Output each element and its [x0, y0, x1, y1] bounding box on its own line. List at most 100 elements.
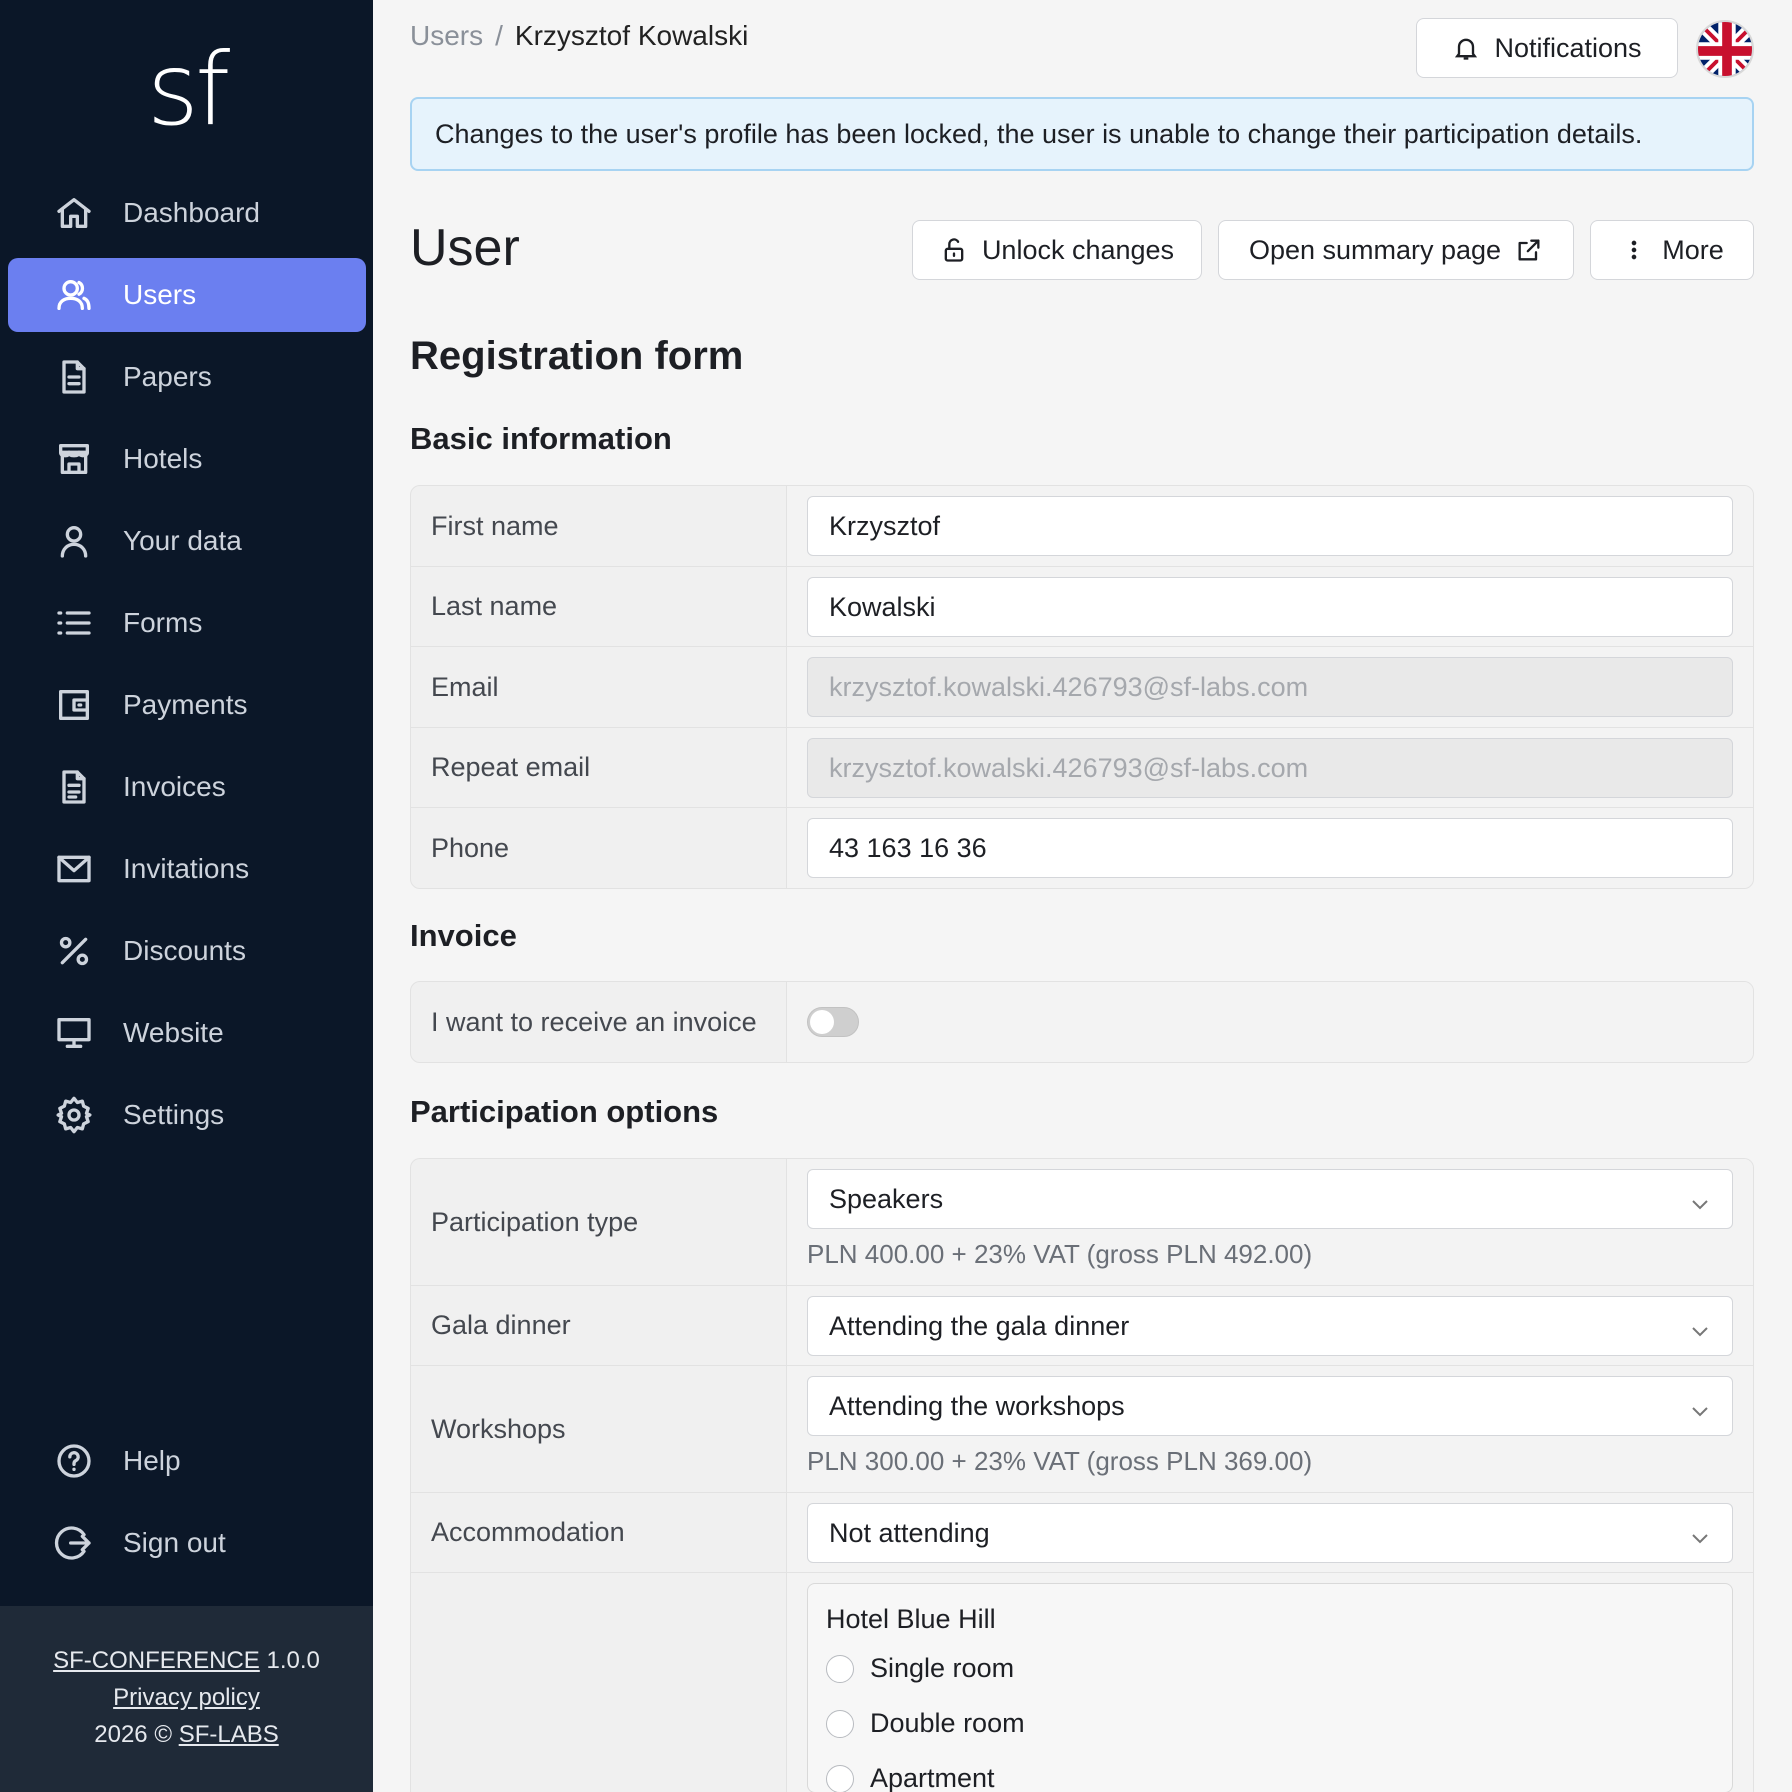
- select-value: Attending the workshops: [829, 1390, 1125, 1421]
- chevron-down-icon: [1690, 1397, 1710, 1417]
- sidebar-item-invoices[interactable]: Invoices: [8, 750, 366, 824]
- form-row-first-name: First name Krzysztof: [411, 486, 1753, 567]
- form-row-participation-type: Participation type Speakers PLN 400.00 +…: [411, 1159, 1753, 1286]
- last-name-field[interactable]: Kowalski: [807, 577, 1733, 637]
- sidebar-item-payments[interactable]: Payments: [8, 668, 366, 742]
- form-row-hotel: Hotel Blue Hill Single room Double room …: [411, 1573, 1753, 1792]
- radio-button[interactable]: [826, 1709, 854, 1738]
- sidebar-item-invitations[interactable]: Invitations: [8, 832, 366, 906]
- unlock-icon: [940, 236, 968, 264]
- notifications-label: Notifications: [1494, 32, 1642, 63]
- language-flag-icon[interactable]: [1696, 20, 1754, 78]
- radio-label: Double room: [870, 1708, 1025, 1738]
- sidebar-item-users[interactable]: Users: [8, 258, 366, 332]
- sidebar-item-label: Discounts: [123, 935, 246, 966]
- sidebar-footer: SF-CONFERENCE 1.0.0 Privacy policy 2026 …: [0, 1606, 373, 1792]
- sidebar-item-label: Invoices: [123, 771, 226, 802]
- privacy-policy-link[interactable]: Privacy policy: [113, 1684, 260, 1711]
- unlock-label: Unlock changes: [981, 234, 1175, 265]
- chevron-down-icon: [1690, 1317, 1710, 1337]
- radio-label: Apartment: [870, 1763, 995, 1792]
- invoice-toggle[interactable]: [807, 1007, 859, 1037]
- select-value: Attending the gala dinner: [829, 1310, 1130, 1341]
- wallet-icon: [51, 682, 97, 728]
- sidebar-item-label: Papers: [123, 361, 212, 392]
- select-value: Not attending: [829, 1517, 990, 1548]
- sidebar-item-help[interactable]: Help: [8, 1424, 366, 1498]
- invoice-icon: [51, 764, 97, 810]
- participation-options-title: Participation options: [410, 1094, 719, 1129]
- sidebar-nav: Dashboard Users Papers Hotels Your data …: [8, 176, 366, 1160]
- app-logo[interactable]: sf: [0, 20, 373, 160]
- external-link-icon: [1515, 236, 1543, 264]
- sidebar-item-website[interactable]: Website: [8, 996, 366, 1070]
- field-label: Repeat email: [411, 728, 787, 807]
- locked-alert: Changes to the user's profile has been l…: [410, 97, 1754, 171]
- help-icon: [51, 1438, 97, 1484]
- gala-dinner-select[interactable]: Attending the gala dinner: [807, 1296, 1733, 1356]
- sidebar-item-discounts[interactable]: Discounts: [8, 914, 366, 988]
- copyright-text: 2026 ©: [94, 1721, 173, 1748]
- home-icon: [51, 190, 97, 236]
- hotel-icon: [51, 436, 97, 482]
- hotel-name: Hotel Blue Hill: [826, 1604, 996, 1634]
- field-label: Participation type: [411, 1159, 787, 1285]
- toggle-knob: [810, 1010, 834, 1034]
- radio-button[interactable]: [826, 1654, 854, 1683]
- sidebar-item-sign-out[interactable]: Sign out: [8, 1506, 366, 1580]
- sidebar-item-label: Your data: [123, 525, 242, 556]
- registration-form-title: Registration form: [410, 334, 744, 378]
- sidebar-item-forms[interactable]: Forms: [8, 586, 366, 660]
- room-option-double[interactable]: Double room: [826, 1708, 1714, 1739]
- form-row-repeat-email: Repeat email krzysztof.kowalski.426793@s…: [411, 728, 1753, 808]
- gear-icon: [51, 1092, 97, 1138]
- sidebar-item-label: Hotels: [123, 443, 203, 474]
- product-link[interactable]: SF-CONFERENCE: [53, 1647, 260, 1674]
- first-name-field[interactable]: Krzysztof: [807, 496, 1733, 556]
- sign-out-icon: [51, 1520, 97, 1566]
- sidebar-item-label: Website: [123, 1017, 224, 1048]
- field-label: Email: [411, 647, 787, 727]
- sidebar-item-label: Users: [123, 279, 197, 310]
- sidebar-item-papers[interactable]: Papers: [8, 340, 366, 414]
- workshops-select[interactable]: Attending the workshops: [807, 1376, 1733, 1436]
- email-field: krzysztof.kowalski.426793@sf-labs.com: [807, 657, 1733, 717]
- breadcrumb-parent[interactable]: Users: [410, 20, 483, 51]
- field-label: First name: [411, 486, 787, 566]
- field-label: Last name: [411, 567, 787, 646]
- chevron-down-icon: [1690, 1524, 1710, 1544]
- sidebar-bottom-nav: Help Sign out: [8, 1424, 366, 1588]
- sidebar-item-dashboard[interactable]: Dashboard: [8, 176, 366, 250]
- more-vertical-icon: [1620, 236, 1648, 264]
- field-label: Gala dinner: [411, 1286, 787, 1365]
- unlock-changes-button[interactable]: Unlock changes: [912, 220, 1202, 280]
- sidebar-item-label: Help: [123, 1445, 181, 1476]
- open-summary-page-button[interactable]: Open summary page: [1218, 220, 1574, 280]
- form-row-phone: Phone 43 163 16 36: [411, 808, 1753, 888]
- sidebar-item-settings[interactable]: Settings: [8, 1078, 366, 1152]
- participation-card: Participation type Speakers PLN 400.00 +…: [410, 1158, 1754, 1792]
- percent-icon: [51, 928, 97, 974]
- bell-icon: [1452, 34, 1480, 62]
- field-label: I want to receive an invoice: [411, 982, 787, 1062]
- invoice-title: Invoice: [410, 918, 517, 953]
- notifications-button[interactable]: Notifications: [1416, 18, 1678, 78]
- room-option-single[interactable]: Single room: [826, 1653, 1714, 1684]
- breadcrumb: Users / Krzysztof Kowalski: [410, 20, 748, 52]
- radio-button[interactable]: [826, 1764, 854, 1792]
- form-row-gala-dinner: Gala dinner Attending the gala dinner: [411, 1286, 1753, 1366]
- participation-type-select[interactable]: Speakers: [807, 1169, 1733, 1229]
- more-button[interactable]: More: [1590, 220, 1754, 280]
- room-option-apartment[interactable]: Apartment: [826, 1763, 1714, 1792]
- radio-label: Single room: [870, 1653, 1015, 1683]
- select-value: Speakers: [829, 1183, 944, 1214]
- company-link[interactable]: SF-LABS: [179, 1721, 279, 1748]
- phone-field[interactable]: 43 163 16 36: [807, 818, 1733, 878]
- form-row-invoice: I want to receive an invoice: [411, 982, 1753, 1062]
- hotel-options-box: Hotel Blue Hill Single room Double room …: [807, 1583, 1733, 1792]
- sidebar-item-your-data[interactable]: Your data: [8, 504, 366, 578]
- accommodation-select[interactable]: Not attending: [807, 1503, 1733, 1563]
- document-icon: [51, 354, 97, 400]
- sidebar-item-hotels[interactable]: Hotels: [8, 422, 366, 496]
- sidebar-item-label: Payments: [123, 689, 248, 720]
